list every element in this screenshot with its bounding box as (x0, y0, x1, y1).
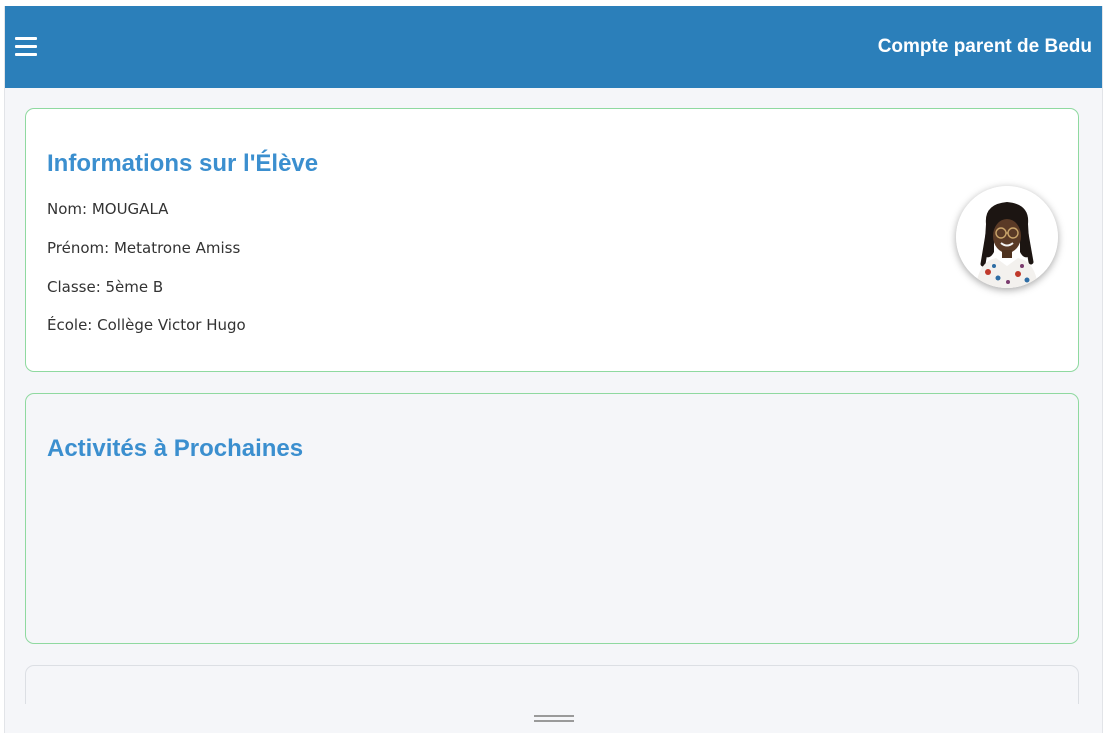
student-class: Classe: 5ème B (47, 278, 164, 296)
student-first-name: Prénom: Metatrone Amiss (47, 239, 241, 257)
resize-handle[interactable] (534, 715, 574, 723)
upcoming-activities-card: Activités à Prochaines (25, 393, 1079, 644)
student-info-title: Informations sur l'Élève (47, 150, 319, 177)
student-last-name: Nom: MOUGALA (47, 200, 169, 218)
hamburger-menu-icon[interactable] (15, 37, 37, 57)
student-avatar (956, 186, 1058, 288)
student-school: École: Collège Victor Hugo (47, 316, 246, 334)
account-title: Compte parent de Bedu (877, 36, 1092, 57)
student-photo-icon (956, 186, 1058, 288)
bottom-bar (5, 704, 1102, 733)
student-info-card: Informations sur l'Élève Nom: MOUGALA Pr… (25, 108, 1079, 372)
app-window: Compte parent de Bedu Informations sur l… (4, 6, 1103, 733)
upcoming-activities-title: Activités à Prochaines (47, 435, 304, 462)
top-app-bar: Compte parent de Bedu (5, 6, 1102, 88)
